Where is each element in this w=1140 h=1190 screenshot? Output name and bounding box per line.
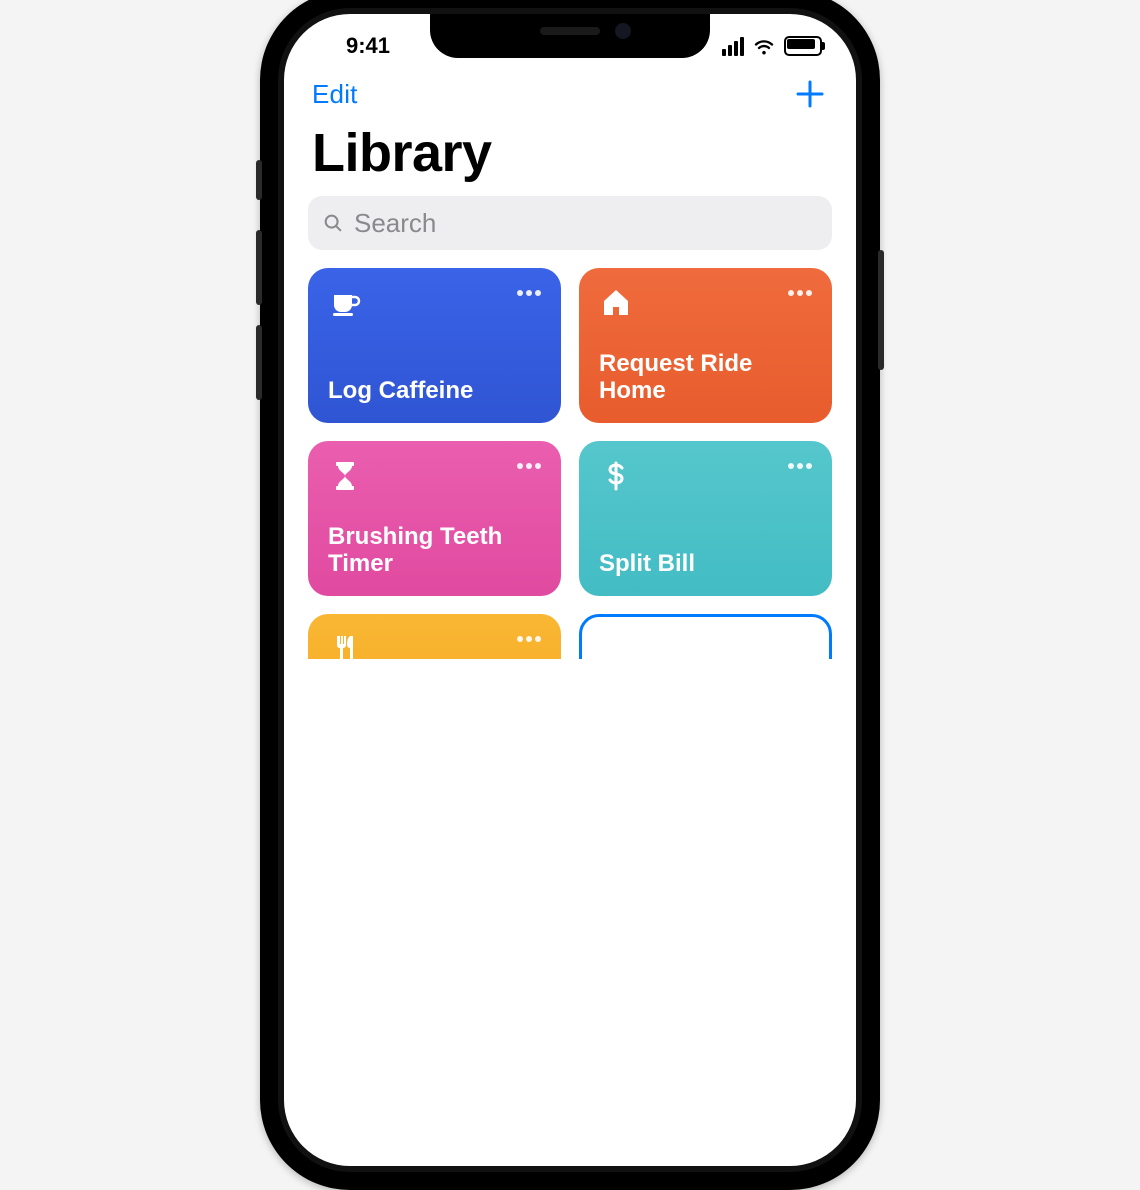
shortcut-card-request-ride-home[interactable]: Request Ride Home [579, 268, 832, 423]
dollar-icon [599, 459, 633, 493]
shortcut-card-split-bill[interactable]: Split Bill [579, 441, 832, 596]
search-placeholder: Search [354, 208, 436, 239]
card-label: Brushing Teeth Timer [328, 523, 541, 578]
nav-bar: Edit [284, 68, 856, 116]
power-button [878, 250, 884, 370]
card-label: Log Caffeine [328, 377, 541, 405]
create-shortcut-card[interactable] [579, 614, 832, 659]
edit-button[interactable]: Edit [312, 79, 358, 110]
screen: 9:41 Edit Library [284, 14, 856, 1166]
card-label: Split Bill [599, 550, 812, 578]
wifi-icon [752, 34, 776, 58]
shortcut-card-brushing-teeth-timer[interactable]: Brushing Teeth Timer [308, 441, 561, 596]
coffee-cup-icon [328, 286, 362, 320]
search-input[interactable]: Search [308, 196, 832, 250]
shortcut-card-log-caffeine[interactable]: Log Caffeine [308, 268, 561, 423]
battery-icon [784, 36, 822, 56]
mute-switch [256, 160, 262, 200]
more-icon[interactable] [517, 636, 541, 642]
more-icon[interactable] [788, 463, 812, 469]
add-button[interactable] [792, 76, 828, 112]
more-icon[interactable] [517, 463, 541, 469]
volume-up-button [256, 230, 262, 305]
phone-frame: 9:41 Edit Library [260, 0, 880, 1190]
card-label: Request Ride Home [599, 350, 812, 405]
shortcut-card-5[interactable] [308, 614, 561, 659]
more-icon[interactable] [517, 290, 541, 296]
plus-icon [792, 76, 828, 112]
hourglass-icon [328, 459, 362, 493]
status-time: 9:41 [318, 23, 418, 59]
home-icon [599, 286, 633, 320]
cellular-icon [722, 37, 744, 56]
page-title: Library [284, 116, 856, 196]
notch [430, 14, 710, 58]
more-icon[interactable] [788, 290, 812, 296]
search-icon [322, 212, 344, 234]
volume-down-button [256, 325, 262, 400]
utensils-icon [328, 632, 362, 659]
